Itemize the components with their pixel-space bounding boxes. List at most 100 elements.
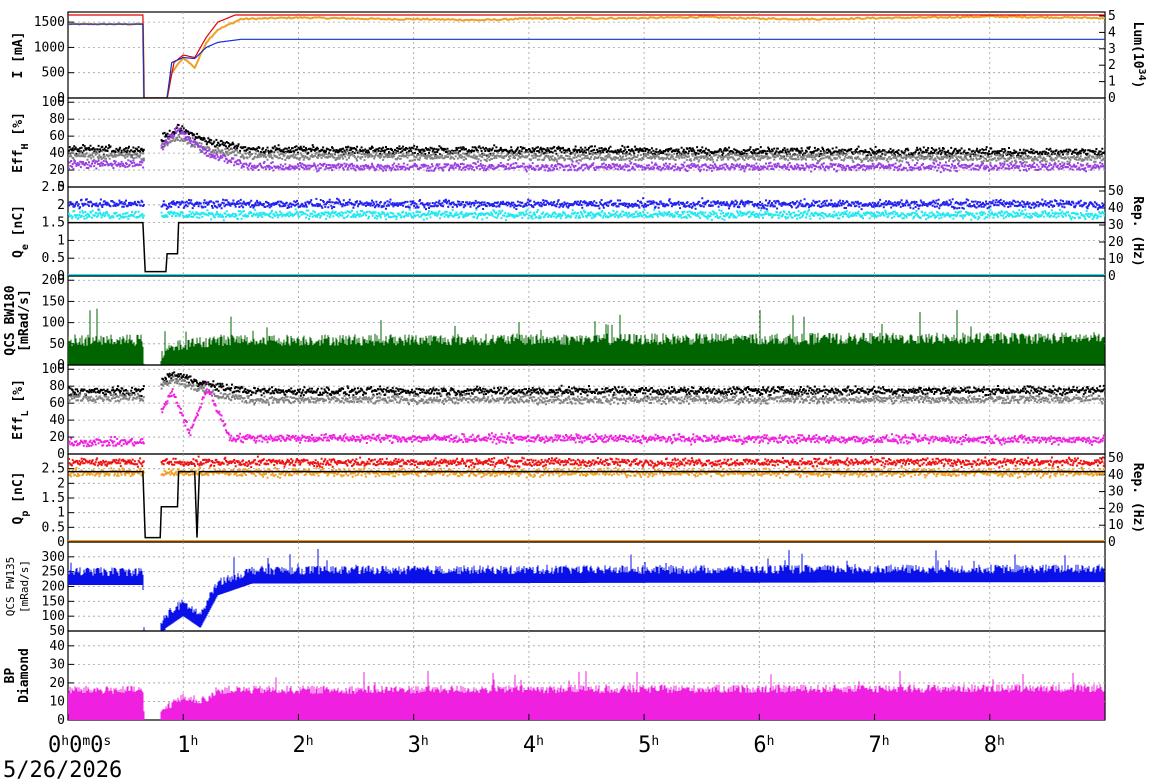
series-area-green: [68, 308, 1105, 365]
y-tick-label: 1000: [34, 40, 65, 55]
y-tick-label: 1.5: [42, 216, 65, 231]
y2-tick-label: 40: [1108, 468, 1124, 483]
y-tick-label: 2.5: [42, 180, 65, 195]
series-line-orange: [68, 14, 1105, 98]
y-tick-label: 50: [49, 624, 65, 639]
y2-tick-label: 4: [1108, 25, 1116, 40]
date-label: 5/26/2026: [3, 758, 122, 782]
y-tick-label: 0: [57, 713, 65, 728]
plot-area: [68, 123, 1105, 174]
y2-tick-label: 30: [1108, 485, 1124, 500]
y-axis-title: QCS FW135: [4, 557, 17, 617]
x-tick-label: 2h: [292, 733, 313, 758]
panels-layer: 050010001500012345I [mA] Lum(1034)0204060…: [3, 9, 1148, 728]
y-tick-label: 80: [49, 379, 65, 394]
y2-tick-label: 20: [1108, 501, 1124, 516]
panel-qcs_bw: 050100150200QCS BW180 [mRad/s]: [3, 273, 1106, 373]
y2-axis-title: Rep. (Hz): [1130, 196, 1145, 266]
y-tick-label: 10: [49, 694, 65, 709]
x-tick-label: 4h: [523, 733, 544, 758]
y-tick-label: 100: [42, 316, 65, 331]
y-tick-label: 1.5: [42, 491, 65, 506]
y-tick-label: 2: [57, 198, 65, 213]
y-tick-label: 0.5: [42, 520, 65, 535]
y-axis-title: Qe [nC]: [11, 205, 31, 258]
y-tick-label: 40: [49, 639, 65, 654]
y2-tick-label: 1: [1108, 75, 1116, 90]
y-tick-label: 1500: [34, 15, 65, 30]
plot-area: [68, 371, 1105, 448]
y-axis-title: QCS BW180: [3, 285, 18, 356]
y2-tick-label: 20: [1108, 235, 1124, 250]
y-tick-label: 1: [57, 506, 65, 521]
y-tick-label: 2.5: [42, 462, 65, 477]
y-tick-label: 60: [49, 396, 65, 411]
y-tick-label: 40: [49, 413, 65, 428]
y2-tick-label: 40: [1108, 201, 1124, 216]
y2-tick-label: 0: [1108, 535, 1116, 550]
y2-tick-label: 50: [1108, 451, 1124, 466]
y-tick-label: 0: [57, 535, 65, 550]
y-axis-title: EffL [%]: [11, 379, 31, 440]
panel-eff_h: 020406080100EffH [%]: [11, 95, 1106, 195]
y-tick-label: 100: [42, 609, 65, 624]
y2-tick-label: 5: [1108, 9, 1116, 24]
y-tick-label: 150: [42, 594, 65, 609]
panel-eff_l: 0 20 40 60 80 100 EffL [%]: [11, 362, 1106, 462]
series-points-navy: [68, 197, 1105, 211]
y2-tick-label: 10: [1108, 252, 1124, 267]
plot-area: [68, 670, 1105, 720]
panel-frame: [67, 11, 1106, 99]
y-tick-label: 20: [49, 676, 65, 691]
y-axis-title: [mRad/s]: [18, 560, 31, 613]
x-tick-label: 7h: [869, 733, 890, 758]
y2-axis-title: Rep. (Hz): [1130, 463, 1145, 533]
y-tick-label: 80: [49, 112, 65, 127]
series-points-cyan: [68, 208, 1105, 222]
y-axis-title: BP: [3, 668, 18, 684]
y-tick-label: 20: [49, 430, 65, 445]
plot-area: [68, 308, 1105, 365]
panel-current: 050010001500012345I [mA] Lum(1034): [11, 9, 1148, 106]
y-tick-label: 150: [42, 294, 65, 309]
y-tick-label: 100: [42, 95, 65, 110]
x-tick-label: 5h: [638, 733, 659, 758]
x-tick-label: 3h: [408, 733, 429, 758]
panel-bp: 0 10 20 30 40 BP Diamond: [3, 630, 1106, 728]
series-area-magenta: [68, 670, 1105, 720]
x-tick-label: 8h: [984, 733, 1005, 758]
panel-qp: 00.511.522.501020304050Qp [nC] Rep. (Hz): [11, 451, 1145, 550]
y2-tick-label: 3: [1108, 42, 1116, 57]
y-tick-label: 30: [49, 657, 65, 672]
y-tick-label: 250: [42, 565, 65, 580]
rep-rate-line: [68, 221, 1105, 273]
panel-qe: 00.511.522.501020304050Qe [nC] Rep. (Hz): [11, 180, 1145, 284]
series-points-bright_red: [68, 455, 1105, 469]
y-axis-title: I [mA]: [11, 32, 26, 79]
x-tick-label: 1h: [177, 733, 198, 758]
beam-monitor-chart: 050010001500012345I [mA] Lum(1034)0204060…: [3, 9, 1148, 782]
y-tick-label: 1: [57, 233, 65, 248]
y2-tick-label: 50: [1108, 184, 1124, 199]
y-tick-label: 100: [42, 362, 65, 377]
y-axis-title: Diamond: [17, 648, 32, 703]
y2-axis-title: Lum(1034): [1130, 22, 1148, 89]
y2-tick-label: 0: [1108, 91, 1116, 106]
y-tick-label: 40: [49, 146, 65, 161]
y-tick-label: 2: [57, 476, 65, 491]
y-tick-label: 20: [49, 163, 65, 178]
y2-tick-label: 10: [1108, 518, 1124, 533]
y2-tick-label: 0: [1108, 269, 1116, 284]
y2-tick-label: 30: [1108, 218, 1124, 233]
y-tick-label: 0: [57, 447, 65, 462]
y-tick-label: 200: [42, 580, 65, 595]
plot-area: [68, 197, 1105, 276]
series-area-bright_blue: [68, 549, 1105, 631]
x-tick-label: 0h0m0s: [48, 733, 111, 758]
y-axis-title: EffH [%]: [11, 112, 31, 173]
y2-tick-label: 2: [1108, 58, 1116, 73]
y-tick-label: 200: [42, 273, 65, 288]
series-line-blue: [68, 23, 1105, 98]
plot-area: [68, 14, 1105, 98]
panel-frame: [67, 364, 1106, 455]
